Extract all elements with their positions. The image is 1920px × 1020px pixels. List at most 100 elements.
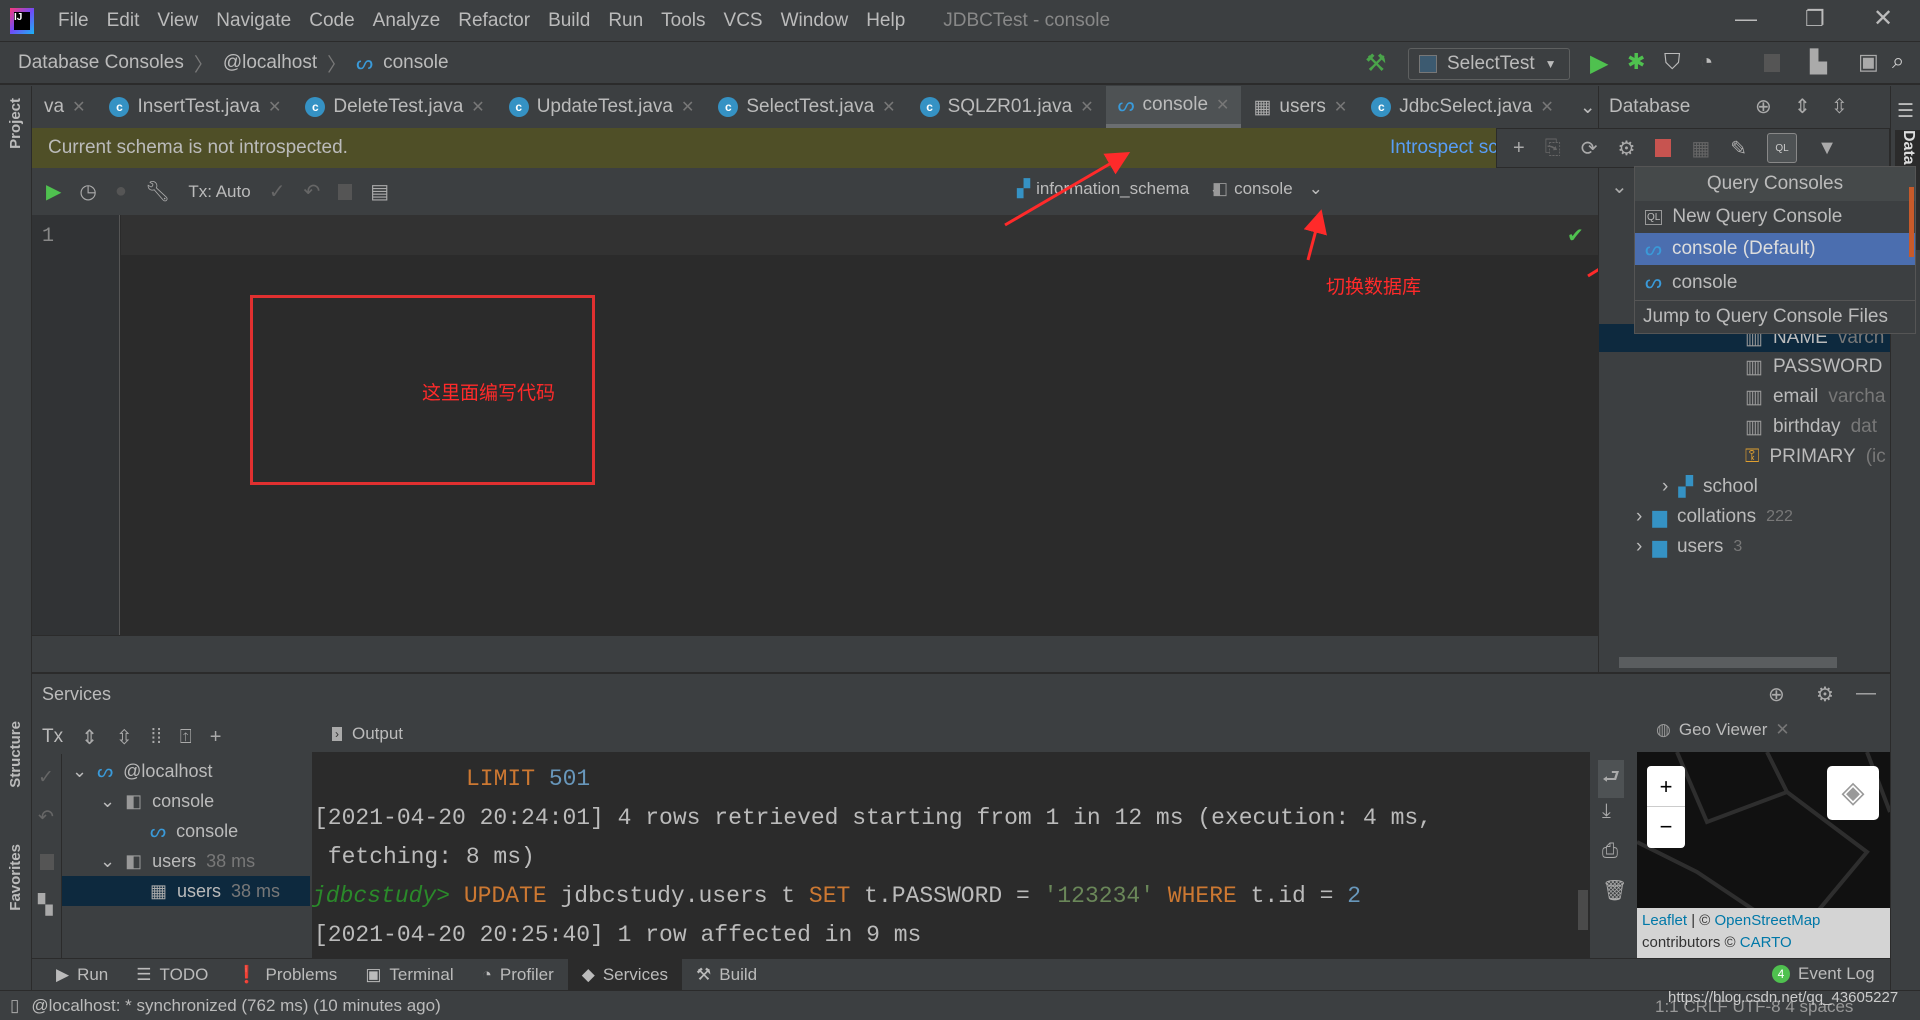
services-tree-users-session[interactable]: ⌄ ◧ users 38 ms [100, 846, 255, 876]
table-editor-icon[interactable]: ▦ [1691, 136, 1710, 161]
clear-trash-icon[interactable]: 🗑︎ [1602, 878, 1627, 903]
layers-button[interactable]: ◈ [1827, 766, 1879, 820]
zoom-out-button[interactable]: − [1647, 807, 1685, 847]
soft-wrap-icon[interactable]: ⮐ [1598, 760, 1624, 798]
session-icon: ◧ [125, 790, 143, 811]
geo-viewer-tab[interactable]: ◍ Geo Viewer ✕ [1656, 720, 1790, 740]
tx-button[interactable]: Tx [42, 726, 63, 748]
carto-link[interactable]: CARTO [1740, 934, 1792, 951]
tool-tab-problems[interactable]: ❗ Problems [222, 959, 351, 991]
column-icon: ▥ [1745, 386, 1763, 408]
chevron-right-icon[interactable]: › [1636, 506, 1642, 528]
close-tab-icon[interactable]: ✕ [1775, 720, 1789, 740]
add-service-icon[interactable]: + [210, 726, 222, 749]
tree-item-email[interactable]: ▥ email varcha [1745, 382, 1885, 412]
scroll-to-end-icon[interactable]: ⤓ [1602, 800, 1611, 823]
geo-map[interactable]: + − ◈ Leaflet | © OpenStreetMap contribu… [1637, 752, 1890, 958]
refresh-icon[interactable]: ⟳ [1581, 136, 1598, 161]
folder-icon: ▆ [1652, 506, 1667, 528]
watermark: https://blog.csdn.net/qq_43605227 [1668, 989, 1899, 1006]
locate-icon[interactable]: ⊕ [1768, 682, 1785, 707]
mysql-icon: ᔕ [1645, 238, 1662, 260]
tool-tab-build[interactable]: ⚒ Build [682, 959, 771, 991]
output-line: fetching: 8 ms) [314, 844, 535, 870]
status-panel-icon[interactable]: ▯ [10, 996, 19, 1016]
osm-link[interactable]: OpenStreetMap [1715, 912, 1821, 929]
services-tree-users[interactable]: ▦ users 38 ms [62, 876, 310, 906]
collapse-all-icon[interactable]: ⇳ [1831, 94, 1848, 119]
services-tree-console[interactable]: ᔕ console [150, 816, 238, 846]
column-icon: ▥ [1745, 356, 1763, 378]
menu-title: Query Consoles [1635, 167, 1915, 201]
layout-icon[interactable]: ▚ [38, 894, 53, 917]
chevron-right-icon[interactable]: › [1662, 476, 1668, 498]
console-item[interactable]: ᔕ console [1635, 265, 1915, 301]
session-icon: ◧ [125, 850, 143, 871]
settings-gear-icon[interactable]: ⚙ [1816, 682, 1834, 707]
mysql-icon: ᔕ [97, 760, 114, 781]
commit-icon[interactable]: ✓ [38, 766, 54, 789]
db-properties-icon[interactable]: ⚙ [1617, 136, 1635, 161]
output-actions: ⮐ ⤓ ⎙ 🗑︎ [1590, 752, 1634, 958]
status-text: @localhost: * synchronized (762 ms) (10 … [31, 995, 441, 1015]
new-console-icon: QL [1645, 209, 1663, 225]
locate-icon[interactable]: ⊕ [1755, 94, 1772, 119]
output-icon: › [332, 727, 342, 741]
event-log-button[interactable]: 4 Event Log [1772, 964, 1875, 984]
print-icon[interactable]: ⎙ [1602, 840, 1618, 863]
arrow-to-schema [1303, 209, 1327, 261]
console-default-item[interactable]: ᔕ console (Default) [1635, 233, 1915, 265]
rollback-icon[interactable]: ↶ [38, 806, 54, 829]
tree-item-primary[interactable]: ⚿ PRIMARY (ic [1745, 442, 1886, 472]
query-consoles-menu: Query Consoles QL New Query Console ᔕ cons… [1634, 166, 1916, 334]
collapse-all-icon[interactable]: ⇳ [116, 725, 133, 750]
hammer-icon: ⚒ [696, 964, 712, 984]
output-vscroll[interactable] [1578, 890, 1588, 930]
hide-icon[interactable]: — [1856, 682, 1876, 705]
tool-tab-todo[interactable]: ☰ TODO [122, 959, 222, 991]
add-icon[interactable]: + [1513, 137, 1525, 160]
services-tree-console-session[interactable]: ⌄ ◧ console [100, 786, 214, 816]
query-console-ql-icon[interactable]: QL [1767, 133, 1798, 163]
stop-icon[interactable] [40, 854, 54, 870]
leaflet-link[interactable]: Leaflet [1642, 912, 1687, 929]
disconnect-icon[interactable] [1655, 139, 1672, 157]
output-line: jdbcstudy> UPDATE jdbcstudy.users t SET … [312, 883, 1362, 909]
tree-item-users[interactable]: › ▆ users 3 [1636, 532, 1742, 562]
tree-item-password[interactable]: ▥ PASSWORD [1745, 352, 1882, 382]
column-icon: ▥ [1745, 416, 1763, 438]
run-icon: ▶ [56, 964, 70, 984]
globe-icon: ◍ [1656, 720, 1671, 739]
tree-item-school[interactable]: › ▞ school [1662, 472, 1758, 502]
new-query-console-item[interactable]: QL New Query Console [1635, 201, 1915, 233]
map-attribution: Leaflet | © OpenStreetMap contributors ©… [1637, 908, 1890, 958]
menu-scrollbar[interactable] [1909, 187, 1914, 257]
filter-icon[interactable]: ▼ [1817, 137, 1837, 160]
tool-tab-run[interactable]: ▶ Run [42, 959, 122, 991]
zoom-in-button[interactable]: + [1647, 766, 1685, 807]
services-tree-localhost[interactable]: ⌄ ᔕ @localhost [72, 756, 212, 786]
tool-tab-terminal[interactable]: ▣ Terminal [351, 959, 467, 991]
expand-all-icon[interactable]: ⇕ [1794, 94, 1811, 119]
duplicate-icon[interactable]: ⎘ [1545, 137, 1561, 160]
tree-item-birthday[interactable]: ▥ birthday dat [1745, 412, 1877, 442]
output-console[interactable]: LIMIT 501 [2021-04-20 20:24:01] 4 rows r… [312, 752, 1590, 958]
collapse-chevron-icon[interactable]: ⌄ [1611, 174, 1628, 199]
output-line: LIMIT [466, 766, 536, 792]
mysql-icon: ᔕ [150, 820, 167, 841]
tree-item-collations[interactable]: › ▆ collations 222 [1636, 502, 1793, 532]
db-hscroll[interactable] [1619, 657, 1837, 668]
tool-tab-profiler[interactable]: ◔ Profiler [468, 959, 568, 991]
jump-to-console-files-item[interactable]: Jump to Query Console Files [1635, 301, 1915, 333]
new-tab-icon[interactable]: ⍐ [180, 726, 192, 749]
output-tab[interactable]: › Output [332, 724, 403, 744]
expand-all-icon[interactable]: ⇕ [81, 725, 98, 750]
chevron-right-icon[interactable]: › [1636, 536, 1642, 558]
tool-tab-services[interactable]: ◆ Services [567, 958, 683, 991]
bottom-tool-tabs: ▶ Run ☰ TODO ❗ Problems ▣ Terminal ◔ Profiler… [32, 958, 1890, 991]
edit-icon[interactable]: ✎ [1730, 136, 1747, 161]
zoom-control: + − [1647, 766, 1685, 848]
schema-icon: ▞ [1678, 476, 1693, 498]
group-icon[interactable]: ⁞⁞ [151, 726, 162, 749]
key-icon: ⚿ [1745, 446, 1760, 467]
